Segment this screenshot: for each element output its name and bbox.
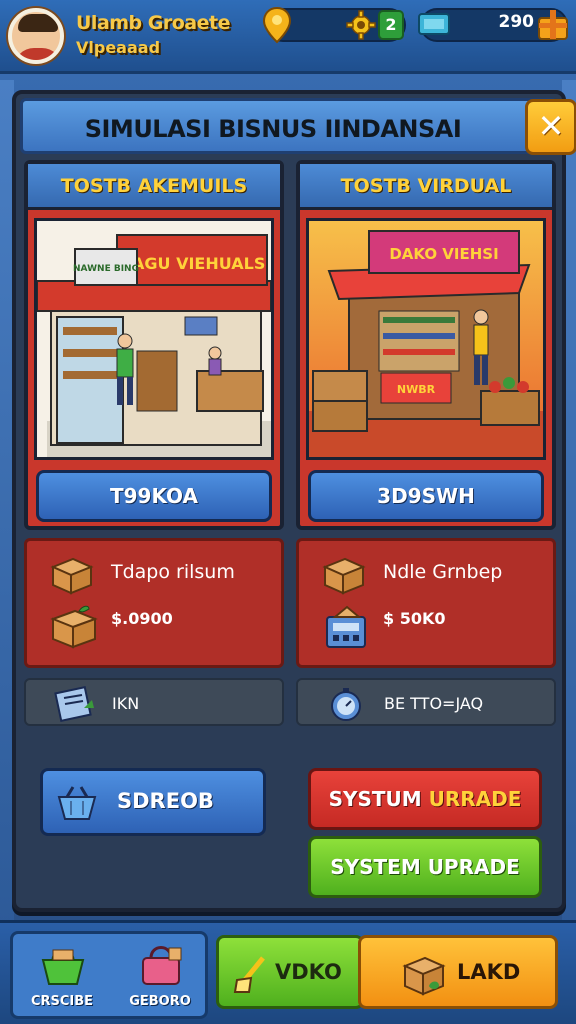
- top-bar: Ulamb Groaete Vlpeaaad 2 290: [0, 0, 576, 74]
- bottom-nav-bar: CRSCIBE GEBORO VDKO LAKD: [0, 920, 576, 1024]
- status-text: IKN: [112, 694, 140, 713]
- bottom-nav-group: CRSCIBE GEBORO: [10, 931, 208, 1019]
- system-upgrade-button-red[interactable]: SYSTUM URRADE: [308, 768, 542, 830]
- lock-bag-icon: [142, 946, 182, 985]
- physical-store-illustration: NAGU VIEHUALS NAWNE BING: [34, 218, 274, 460]
- info-box-right: Ndle Grnbep $ 50K0: [296, 538, 556, 668]
- basket-icon: [57, 786, 97, 820]
- bottom-green-label: VDKO: [275, 960, 342, 984]
- player-name: Ulamb Groaete: [76, 12, 230, 34]
- green-badge[interactable]: 2: [378, 10, 404, 40]
- bottom-green-button[interactable]: VDKO: [216, 935, 364, 1009]
- store-card-physical: TOSTB AKEMUILS NAGU VIEHUALS NAWNE BING: [24, 160, 284, 530]
- system-upgrade-button-green[interactable]: SYSTEM UPRADE: [308, 836, 542, 898]
- virtual-store-illustration: DAKO VIEHSI NWBR: [306, 218, 546, 460]
- cash-register-icon: [326, 605, 366, 648]
- nav-item-shop-basket[interactable]: CRSCIBE: [17, 938, 107, 1018]
- store-sign-text: NAGU VIEHUALS: [119, 254, 266, 273]
- store-card-button-right[interactable]: 3D9SWH: [308, 470, 544, 522]
- stall-crate-sign: NWBR: [397, 383, 436, 396]
- info-box-left: Tdapo rilsum $.0900: [24, 538, 284, 668]
- store-card-heading: TOSTB VIRDUAL: [300, 164, 552, 210]
- store-card-button-left[interactable]: T99KOA: [36, 470, 272, 522]
- nav-item-label: GEBORO: [129, 994, 191, 1009]
- avatar-hair: [18, 14, 58, 32]
- panel-header: SIMULASI BISNUS IINDANSAI ✕: [20, 98, 576, 155]
- store-card-virtual: TOSTB VIRDUAL DAKO VIEHSI NWBR 3D9SWH: [296, 160, 556, 530]
- status-bar-left: IKN: [24, 678, 284, 726]
- store-button-label: SDREOB: [117, 789, 214, 813]
- upgrade-label-part1: SYSTUM: [328, 787, 429, 811]
- cardboard-box-icon: [50, 557, 94, 595]
- cardboard-box-icon: [322, 557, 366, 595]
- coins-count: 290: [498, 12, 535, 32]
- produce-crate-icon: [50, 605, 98, 649]
- player-avatar[interactable]: [8, 8, 64, 64]
- store-illustration-icon: NAGU VIEHUALS NAWNE BING: [36, 221, 272, 457]
- info-label: Ndle Grnbep: [383, 561, 503, 583]
- store-button[interactable]: SDREOB: [40, 768, 266, 836]
- gear-icon[interactable]: [346, 10, 376, 40]
- bottom-orange-button[interactable]: LAKD: [358, 935, 558, 1009]
- upgrade-label-part2: URRADE: [428, 787, 522, 811]
- nav-item-label: CRSCIBE: [30, 994, 94, 1009]
- info-label: Tdapo rilsum: [111, 561, 235, 583]
- bottom-orange-label: LAKD: [457, 960, 521, 984]
- map-pin-icon[interactable]: [262, 6, 292, 44]
- store-side-sign: NAWNE BING: [73, 264, 139, 274]
- status-text: BE TTO=JAQ: [384, 694, 484, 713]
- business-simulation-panel: SIMULASI BISNUS IINDANSAI ✕ TOSTB AKEMUI…: [12, 90, 576, 912]
- shopping-basket-icon: [41, 949, 85, 985]
- nav-item-lock-bag[interactable]: GEBORO: [115, 938, 205, 1018]
- stall-illustration-icon: DAKO VIEHSI NWBR: [309, 221, 543, 457]
- info-value: $ 50K0: [383, 609, 446, 628]
- crate-icon: [402, 956, 446, 996]
- status-bar-right: BE TTO=JAQ: [296, 678, 556, 726]
- panel-title: SIMULASI BISNUS IINDANSAI: [84, 115, 462, 143]
- player-subtitle: Vlpeaaad: [76, 38, 161, 57]
- receipt-icon: [54, 686, 94, 722]
- add-gift-icon[interactable]: [536, 6, 570, 42]
- close-button[interactable]: ✕: [525, 99, 576, 155]
- info-value: $.0900: [111, 609, 173, 628]
- stall-sign-text: DAKO VIEHSI: [389, 245, 498, 263]
- avatar-shirt: [14, 48, 60, 60]
- stopwatch-icon: [331, 688, 361, 721]
- store-card-heading: TOSTB AKEMUILS: [28, 164, 280, 210]
- broom-icon: [233, 956, 265, 993]
- cash-stack-icon: [418, 13, 450, 35]
